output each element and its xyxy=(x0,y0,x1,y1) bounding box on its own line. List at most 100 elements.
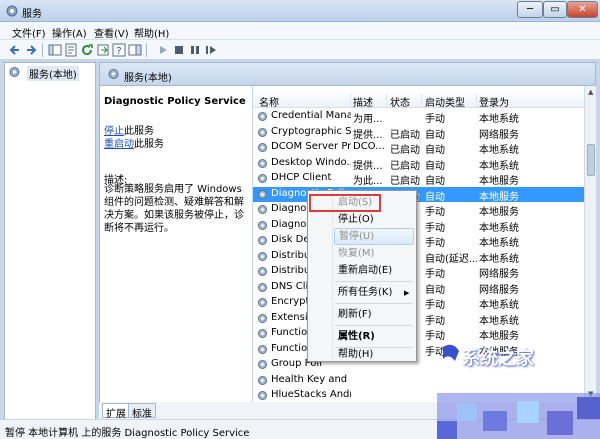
service-gear-icon xyxy=(258,205,267,214)
svg-text:?: ? xyxy=(116,46,121,57)
minimize-button[interactable]: ─ xyxy=(517,1,543,18)
service-detail-pane: Diagnostic Policy Service 停止此服务 重启动此服务 描… xyxy=(99,86,252,402)
menu-item-stop[interactable]: 停止(O) xyxy=(334,211,414,228)
column-header-description[interactable]: 描述 xyxy=(353,94,387,109)
cell-name: Cryptographic S... xyxy=(271,125,351,137)
export-list-icon[interactable] xyxy=(96,43,110,57)
cell-logon-as: 本地系统 xyxy=(479,145,519,156)
help-icon[interactable]: ? xyxy=(112,43,126,57)
title-bar: 服务 ─ ▭ ✕ xyxy=(0,0,600,22)
toolbar-separator xyxy=(42,43,43,57)
menu-action[interactable]: 操作(A) xyxy=(52,25,87,40)
cell-logon-as: 本地服务 xyxy=(479,207,519,218)
menu-bar: 文件(F) 操作(A) 查看(V) 帮助(H) xyxy=(0,22,600,40)
menu-item-refresh[interactable]: 刷新(F) xyxy=(334,306,414,323)
service-gear-icon xyxy=(258,267,267,276)
menu-item-restart[interactable]: 重新启动(E) xyxy=(334,262,414,279)
tree-item-services-local[interactable]: 服务(本地) xyxy=(27,66,79,81)
toolbar-separator xyxy=(146,43,147,57)
cell-startup-type: 手动 xyxy=(425,315,445,327)
menu-item-pause[interactable]: 暂停(U) xyxy=(334,228,414,245)
table-row[interactable]: DCOM Server Pr...DCO... 已启动自动 本地系统 xyxy=(253,140,584,156)
maximize-button[interactable]: ▭ xyxy=(543,1,567,18)
table-row[interactable]: Credential Mana...为用... 手动 本地系统 xyxy=(253,109,584,125)
cell-startup-type: 自动 xyxy=(425,145,445,156)
start-service-icon[interactable] xyxy=(156,43,170,57)
column-header-startup-type[interactable]: 启动类型 xyxy=(425,94,477,109)
table-row[interactable]: DNS Clie 自动 网络服务 xyxy=(253,280,584,296)
context-menu-separator xyxy=(335,303,413,304)
status-text: 暂停 本地计算机 上的服务 Diagnostic Policy Service xyxy=(5,428,250,439)
cell-logon-as: 本地系统 xyxy=(479,300,519,311)
list-header: 名称 描述 状态 启动类型 登录为 xyxy=(253,90,584,109)
show-hide-pane-icon[interactable] xyxy=(128,43,142,57)
cell-description: 提供... xyxy=(353,160,383,172)
toolbar: ? xyxy=(0,40,600,60)
cell-name: HlueStacks Andr... xyxy=(271,389,351,400)
tab-standard[interactable]: 标准 xyxy=(128,403,156,420)
cell-description: 为此... xyxy=(353,176,383,187)
service-gear-icon xyxy=(258,360,267,369)
service-gear-icon xyxy=(258,391,267,400)
cell-status: 已启动 xyxy=(390,176,420,187)
cell-startup-type: 自动 xyxy=(425,129,445,141)
cell-logon-as: 本地系统 xyxy=(479,114,519,125)
context-menu-separator xyxy=(335,325,413,326)
cell-startup-type: 手动 xyxy=(425,114,445,125)
menu-item-resume[interactable]: 恢复(M) xyxy=(334,245,414,262)
properties-icon[interactable] xyxy=(64,43,78,57)
table-row[interactable]: Cryptographic S...提供... 已启动自动 网络服务 xyxy=(253,125,584,141)
service-gear-icon xyxy=(258,329,267,338)
menu-item-help[interactable]: 帮助(H) xyxy=(334,348,414,362)
restart-service-icon[interactable] xyxy=(204,43,218,57)
restart-link-text[interactable]: 重启动 xyxy=(104,139,134,150)
menu-view[interactable]: 查看(V) xyxy=(94,25,129,40)
service-gear-icon xyxy=(258,282,267,292)
close-button[interactable]: ✕ xyxy=(567,1,598,18)
refresh-icon[interactable] xyxy=(80,43,94,57)
table-row[interactable]: Encrypti 手动 本地系统 xyxy=(253,295,584,311)
console-tree: 服务(本地) xyxy=(4,62,96,420)
menu-file[interactable]: 文件(F) xyxy=(12,25,46,40)
service-gear-icon xyxy=(258,298,267,307)
stop-service-icon[interactable] xyxy=(172,43,186,57)
pause-service-icon[interactable] xyxy=(188,43,202,57)
forward-icon[interactable] xyxy=(24,43,38,57)
tab-extended[interactable]: 扩展 xyxy=(102,403,130,420)
cell-startup-type: 自动 xyxy=(425,191,445,203)
cell-startup-type: 自动(延迟... xyxy=(425,253,477,265)
column-header-status[interactable]: 状态 xyxy=(390,94,422,109)
column-header-name[interactable]: 名称 xyxy=(259,94,351,109)
table-row[interactable]: Diagnos 手动 本地系统 xyxy=(253,218,584,234)
cell-status: 已启动 xyxy=(390,160,420,172)
cell-logon-as: 本地系统 xyxy=(479,160,519,172)
cell-logon-as: 网络服务 xyxy=(479,284,519,296)
console-tree-icon[interactable] xyxy=(48,43,62,57)
restart-service-link[interactable]: 重启动此服务 xyxy=(104,135,164,150)
cell-logon-as: 网络服务 xyxy=(479,269,519,280)
column-header-logon-as[interactable]: 登录为 xyxy=(479,94,539,109)
back-icon[interactable] xyxy=(8,43,22,57)
table-row[interactable]: Diagnos 手动 本地服务 xyxy=(253,202,584,218)
menu-item-properties[interactable]: 属性(R) xyxy=(334,328,414,345)
service-gear-icon xyxy=(258,251,267,261)
table-row[interactable]: Function 手动 本地服务 xyxy=(253,326,584,342)
cell-logon-as: 本地系统 xyxy=(479,238,519,249)
table-row[interactable]: Extensib 手动 本地系统 xyxy=(253,311,584,327)
menu-item-all-tasks[interactable]: 所有任务(K) xyxy=(334,284,414,301)
table-row[interactable]: DHCP Client 为此... 已启动 自动 本地服务 xyxy=(253,171,584,187)
table-row[interactable]: Disk Def 手动 本地系统 xyxy=(253,233,584,249)
services-app-icon xyxy=(6,5,18,17)
scroll-up-icon[interactable]: ▲ xyxy=(588,88,593,96)
cell-startup-type: 手动 xyxy=(425,238,445,249)
table-row[interactable]: Diagnostic Polic...诊断...已启动自动本地服务 xyxy=(253,186,584,203)
cell-startup-type: 手动 xyxy=(425,269,445,280)
scrollbar-thumb[interactable] xyxy=(587,144,595,176)
cell-logon-as: 本地服务 xyxy=(479,191,519,203)
table-row[interactable]: Distribut 自动(延迟... 本地系统 xyxy=(253,249,584,265)
cell-logon-as: 本地系统 xyxy=(479,253,519,265)
menu-help[interactable]: 帮助(H) xyxy=(134,25,169,40)
table-row[interactable]: Distribut 手动 网络服务 xyxy=(253,264,584,280)
service-gear-icon xyxy=(258,344,267,354)
table-row[interactable]: Desktop Windo... 提供... 已启动 自动 本地系统 xyxy=(253,156,584,172)
